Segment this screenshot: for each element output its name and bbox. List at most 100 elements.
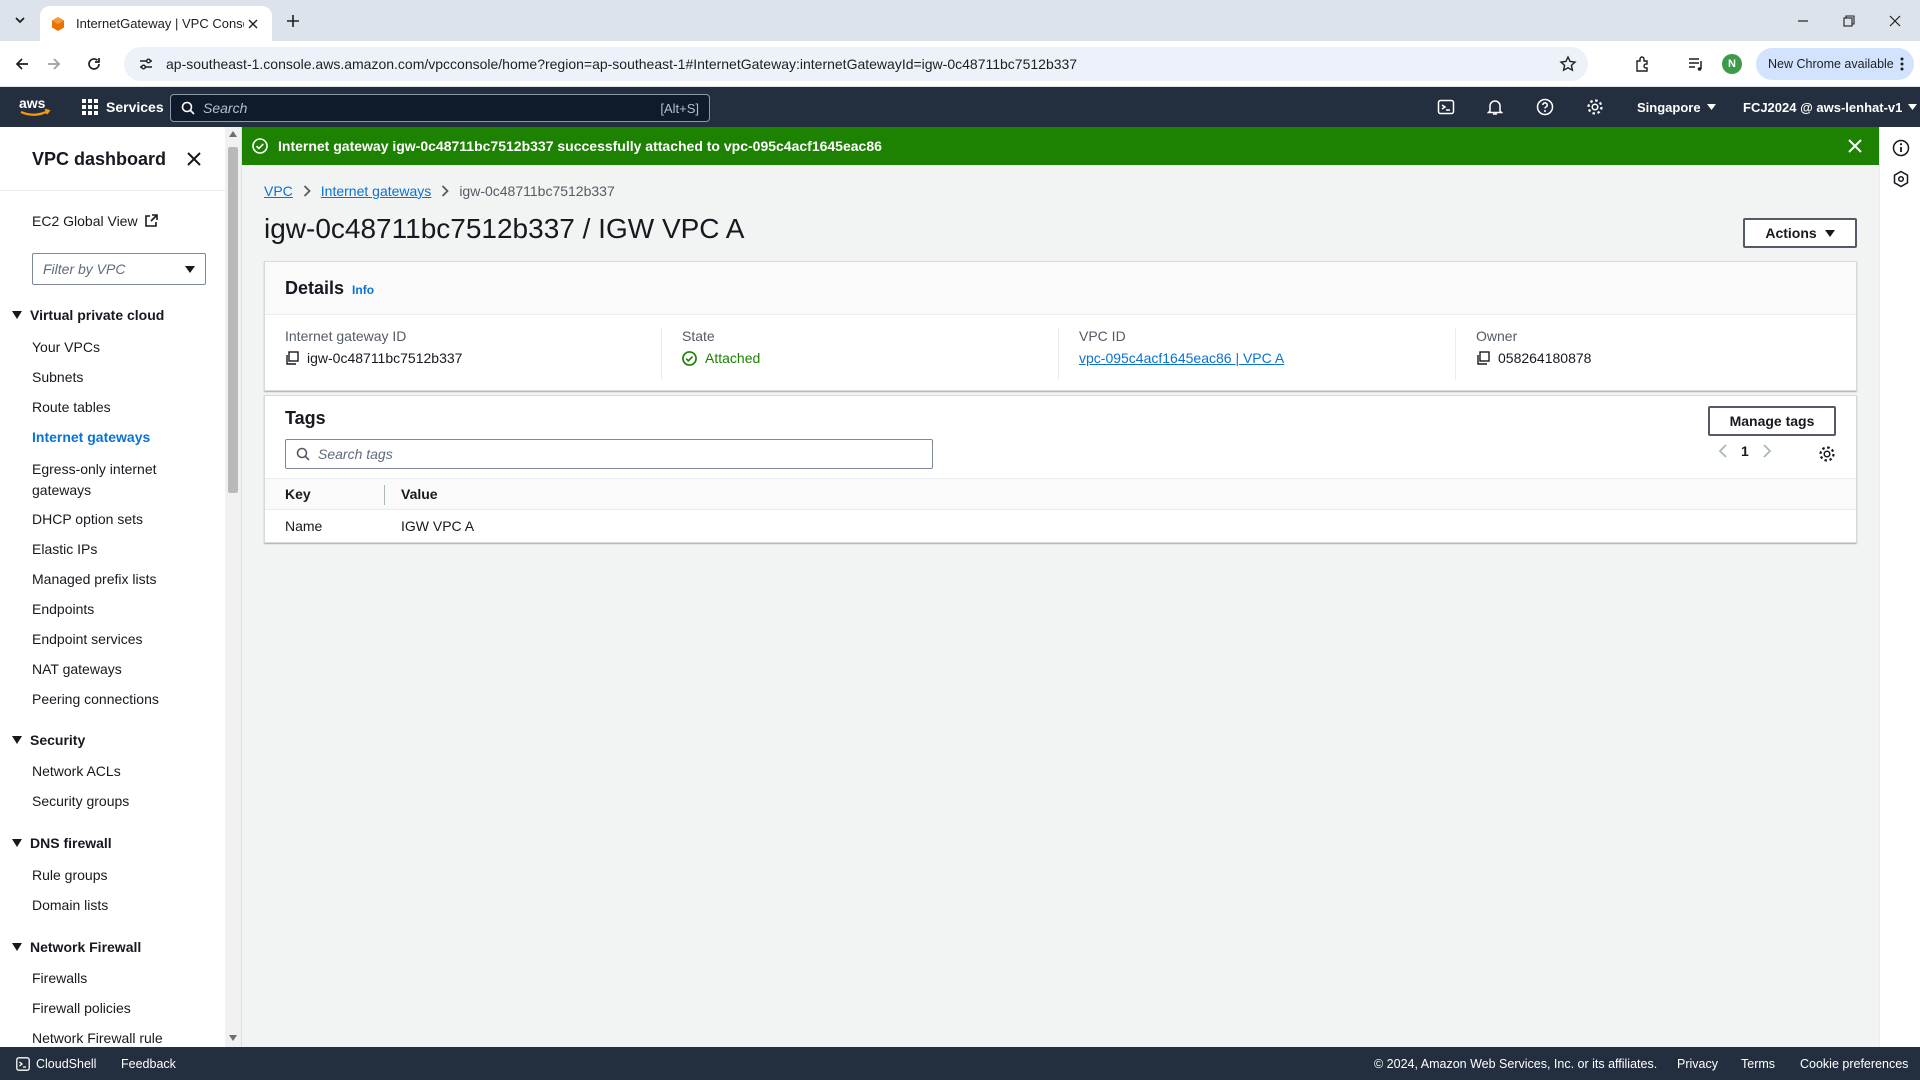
settings-gear-icon[interactable]	[1583, 95, 1607, 119]
new-tab-button[interactable]	[280, 8, 306, 34]
cloudshell-button[interactable]: CloudShell	[16, 1047, 96, 1080]
copy-icon[interactable]	[285, 351, 299, 365]
sidebar-item-elastic-ips[interactable]: Elastic IPs	[32, 541, 97, 557]
column-header-value[interactable]: Value	[401, 486, 438, 502]
sidebar-item-nat-gateways[interactable]: NAT gateways	[32, 661, 122, 677]
table-settings-gear-icon[interactable]	[1816, 443, 1838, 465]
chevron-down-icon	[15, 17, 25, 24]
window-minimize-button[interactable]	[1780, 0, 1826, 41]
account-menu[interactable]: FCJ2024 @ aws-lenhat-v1	[1743, 87, 1918, 127]
aws-top-navigation: aws Services Search [Alt+S] Singapore FC…	[0, 87, 1920, 127]
sidebar-item-endpoints[interactable]: Endpoints	[32, 601, 94, 617]
region-selector[interactable]: Singapore	[1637, 87, 1716, 127]
console-footer: CloudShell Feedback © 2024, Amazon Web S…	[0, 1047, 1920, 1080]
detail-label: Owner	[1476, 328, 1518, 344]
sidebar-item-internet-gateways[interactable]: Internet gateways	[32, 429, 150, 445]
sidebar-scrollbar-thumb[interactable]	[228, 147, 238, 493]
sidebar-item-network-acls[interactable]: Network ACLs	[32, 763, 121, 779]
browser-toolbar: ap-southeast-1.console.aws.amazon.com/vp…	[0, 41, 1920, 87]
info-panel-icon[interactable]	[1890, 137, 1912, 159]
filter-by-vpc-select[interactable]: Filter by VPC	[32, 253, 206, 285]
cloudshell-icon[interactable]	[1434, 95, 1458, 119]
sidebar-item-domain-lists[interactable]: Domain lists	[32, 897, 108, 913]
state-value: Attached	[705, 350, 761, 366]
chevron-right-icon[interactable]	[1763, 444, 1771, 458]
chevron-right-icon	[442, 185, 450, 197]
sidebar-item-dhcp-option-sets[interactable]: DHCP option sets	[32, 511, 143, 527]
breadcrumb-link-internet-gateways[interactable]: Internet gateways	[321, 183, 432, 199]
media-controls-icon[interactable]	[1682, 50, 1710, 78]
sidebar-item-subnets[interactable]: Subnets	[32, 369, 83, 385]
url-text[interactable]: ap-southeast-1.console.aws.amazon.com/vp…	[166, 56, 1554, 72]
services-menu-button[interactable]: Services	[82, 87, 164, 127]
sidebar-section-label: Virtual private cloud	[30, 307, 165, 323]
privacy-link[interactable]: Privacy	[1677, 1047, 1718, 1080]
flash-dismiss-icon[interactable]	[1845, 136, 1865, 156]
sidebar-item-egress-only-internet-gateways[interactable]: Egress-only internet gateways	[32, 459, 182, 501]
tab-search-button[interactable]	[8, 8, 32, 32]
sidebar-item-route-tables[interactable]: Route tables	[32, 399, 111, 415]
notifications-bell-icon[interactable]	[1483, 95, 1507, 119]
back-button[interactable]	[8, 50, 36, 78]
table-row: Name IGW VPC A	[265, 510, 1856, 542]
address-bar[interactable]: ap-southeast-1.console.aws.amazon.com/vp…	[124, 47, 1588, 81]
site-info-icon[interactable]	[136, 54, 156, 74]
sidebar-item-firewall-policies[interactable]: Firewall policies	[32, 1000, 131, 1016]
sidebar-item-network-firewall-rule[interactable]: Network Firewall rule	[32, 1030, 163, 1046]
terms-link[interactable]: Terms	[1741, 1047, 1775, 1080]
aws-search-input[interactable]: Search [Alt+S]	[170, 94, 710, 122]
extensions-icon[interactable]	[1629, 50, 1657, 78]
help-icon[interactable]	[1533, 95, 1557, 119]
detail-label: Internet gateway ID	[285, 328, 407, 344]
sidebar-item-managed-prefix-lists[interactable]: Managed prefix lists	[32, 571, 157, 587]
search-shortcut-hint: [Alt+S]	[660, 100, 699, 116]
details-info-link[interactable]: Info	[352, 283, 374, 297]
sidebar-section-dns-firewall[interactable]: DNS firewall	[12, 835, 112, 851]
feedback-link[interactable]: Feedback	[121, 1047, 176, 1080]
browser-tab-active[interactable]: InternetGateway | VPC Console	[40, 6, 272, 41]
reload-button[interactable]	[80, 50, 108, 78]
breadcrumb-current: igw-0c48711bc7512b337	[459, 183, 615, 199]
manage-tags-button[interactable]: Manage tags	[1708, 406, 1836, 436]
window-close-button[interactable]	[1872, 0, 1918, 41]
scroll-down-arrow-icon[interactable]	[229, 1035, 237, 1041]
sidebar-item-rule-groups[interactable]: Rule groups	[32, 867, 108, 883]
vpc-id-link[interactable]: vpc-095c4acf1645eac86 | VPC A	[1079, 350, 1284, 366]
search-tags-input[interactable]: Search tags	[285, 439, 933, 469]
column-resizer[interactable]	[384, 485, 385, 505]
bookmark-star-icon[interactable]	[1554, 50, 1582, 78]
cookie-preferences-link[interactable]: Cookie preferences	[1800, 1047, 1908, 1080]
sidebar-section-security[interactable]: Security	[12, 732, 85, 748]
tab-close-icon[interactable]	[244, 15, 262, 33]
sidebar-item-peering-connections[interactable]: Peering connections	[32, 691, 159, 707]
chevron-right-icon	[303, 185, 311, 197]
sidebar-item-firewalls[interactable]: Firewalls	[32, 970, 87, 986]
sidebar-item-your-vpcs[interactable]: Your VPCs	[32, 339, 100, 355]
sidebar-section-virtual-private-cloud[interactable]: Virtual private cloud	[12, 307, 164, 323]
details-header: Details Info	[265, 262, 1856, 315]
breadcrumb-link-vpc[interactable]: VPC	[264, 183, 293, 199]
search-icon	[296, 447, 310, 461]
forward-button[interactable]	[40, 50, 68, 78]
sidebar-item-security-groups[interactable]: Security groups	[32, 793, 129, 809]
breadcrumb: VPC Internet gateways igw-0c48711bc7512b…	[264, 183, 615, 199]
profile-avatar[interactable]: N	[1722, 54, 1742, 74]
sidebar-item-ec2-global-view[interactable]: EC2 Global View	[32, 213, 158, 229]
column-header-key[interactable]: Key	[285, 486, 311, 502]
current-page-number[interactable]: 1	[1741, 443, 1749, 459]
sidebar-scrollbar[interactable]	[225, 127, 241, 1047]
region-label: Singapore	[1637, 99, 1701, 115]
sidebar-section-network-firewall[interactable]: Network Firewall	[12, 939, 141, 955]
window-restore-button[interactable]	[1826, 0, 1872, 41]
caret-down-icon	[185, 265, 195, 273]
chevron-left-icon[interactable]	[1719, 444, 1727, 458]
aws-logo-icon[interactable]: aws	[18, 95, 52, 119]
sidebar-item-endpoint-services[interactable]: Endpoint services	[32, 631, 143, 647]
sidebar-close-icon[interactable]	[182, 147, 206, 171]
tag-value-cell: IGW VPC A	[401, 518, 475, 534]
related-resources-icon[interactable]	[1890, 168, 1912, 190]
copy-icon[interactable]	[1476, 351, 1490, 365]
actions-button[interactable]: Actions	[1743, 218, 1857, 248]
scroll-up-arrow-icon[interactable]	[229, 131, 237, 137]
chrome-update-button[interactable]: New Chrome available	[1756, 48, 1914, 80]
